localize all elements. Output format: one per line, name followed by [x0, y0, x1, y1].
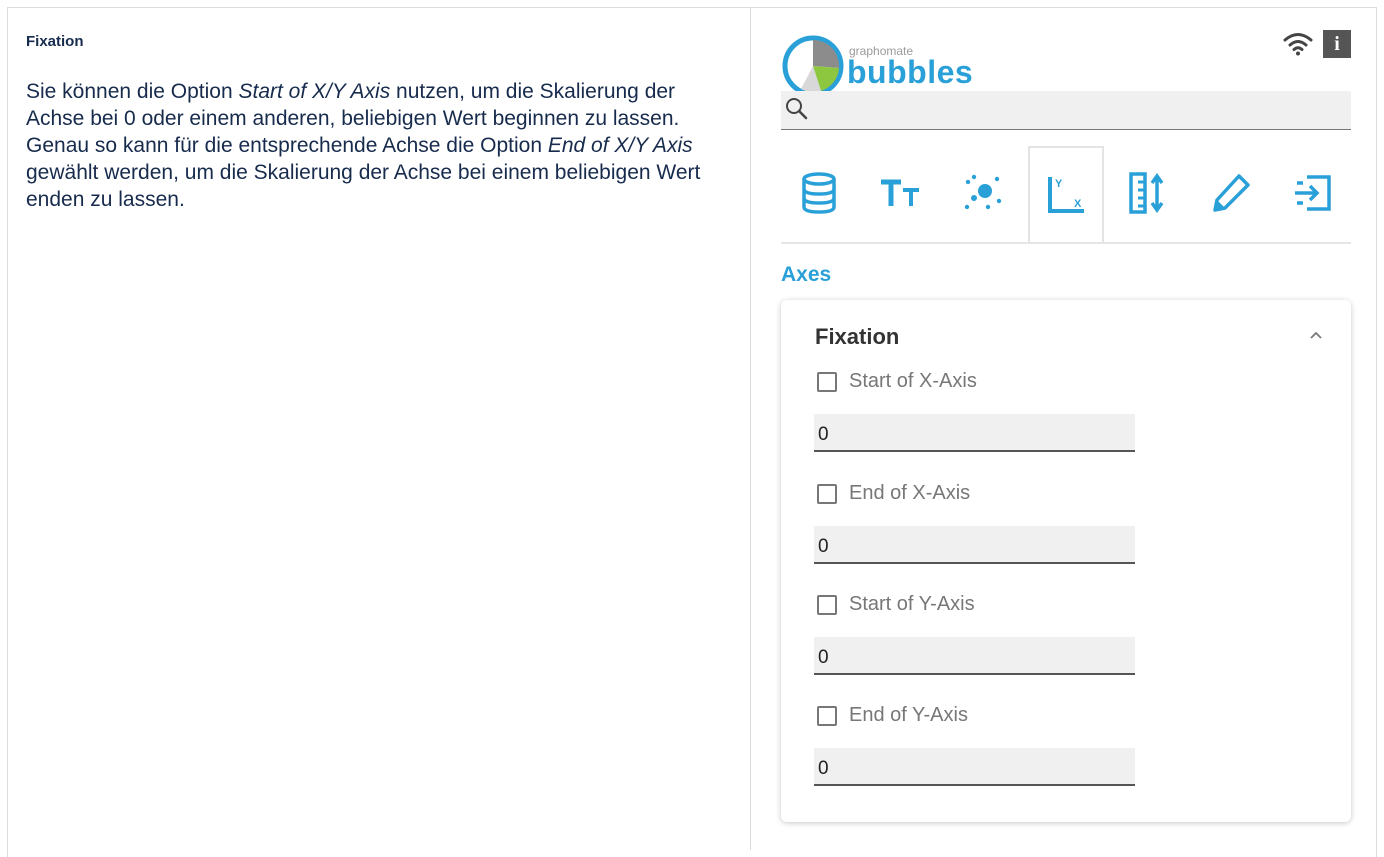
- start-y-axis-input[interactable]: [814, 637, 1135, 673]
- tab-bubbles[interactable]: [945, 146, 1021, 240]
- info-button[interactable]: i: [1323, 30, 1351, 58]
- wifi-icon: [1283, 33, 1313, 56]
- top-right-icons: i: [1283, 30, 1351, 58]
- checkbox-icon[interactable]: [817, 371, 837, 392]
- axes-icon: Y X: [1048, 177, 1084, 213]
- option-label: Start of Y-Axis: [849, 593, 975, 615]
- export-icon: [1295, 175, 1331, 211]
- fixation-card: Fixation Start of X-Axis End of X-Axis S…: [781, 300, 1351, 822]
- text-size-icon: [881, 179, 919, 206]
- search-input[interactable]: [817, 95, 1341, 125]
- checkbox-end-y-axis[interactable]: End of Y-Axis: [817, 704, 968, 727]
- start-x-axis-input[interactable]: [814, 414, 1135, 450]
- option-label: Start of X-Axis: [849, 370, 977, 392]
- start-y-axis-field[interactable]: [814, 637, 1135, 675]
- doc-text: Sie können die Option: [26, 80, 239, 103]
- option-label: End of X-Axis: [849, 482, 971, 504]
- section-title: Axes: [781, 263, 832, 286]
- database-icon: [802, 172, 836, 214]
- doc-text: gewählt werden, um die Skalierung der Ac…: [26, 161, 701, 211]
- doc-emphasis: Start of X/Y Axis: [238, 80, 391, 103]
- search-bar: [781, 91, 1351, 130]
- ruler-icon: [1129, 172, 1164, 214]
- end-x-axis-field[interactable]: [814, 526, 1135, 564]
- doc-heading: Fixation: [26, 33, 84, 50]
- end-y-axis-field[interactable]: [814, 748, 1135, 786]
- tab-export[interactable]: [1275, 146, 1351, 240]
- option-label: End of Y-Axis: [849, 704, 968, 726]
- start-x-axis-field[interactable]: [814, 414, 1135, 452]
- settings-panel: graphomate bubbles i Y X Axes Fixation S…: [781, 18, 1351, 848]
- bubbles-logo-icon: [782, 35, 844, 97]
- doc-paragraph: Sie können die Option Start of X/Y Axis …: [26, 78, 726, 213]
- checkbox-start-x-axis[interactable]: Start of X-Axis: [817, 370, 977, 393]
- checkbox-start-y-axis[interactable]: Start of Y-Axis: [817, 593, 975, 616]
- end-x-axis-input[interactable]: [814, 526, 1135, 562]
- checkbox-icon[interactable]: [817, 705, 837, 726]
- end-y-axis-input[interactable]: [814, 748, 1135, 784]
- column-divider: [750, 8, 751, 850]
- tab-data[interactable]: [781, 146, 857, 240]
- search-icon: [786, 98, 808, 120]
- card-title: Fixation: [815, 324, 900, 349]
- pencil-icon: [1213, 174, 1250, 212]
- bubbles-icon: [964, 174, 1002, 210]
- svg-text:Y: Y: [1055, 178, 1063, 190]
- settings-tabs: Y X: [781, 146, 1351, 244]
- info-icon: i: [1334, 32, 1340, 55]
- checkbox-icon[interactable]: [817, 594, 837, 615]
- checkbox-end-x-axis[interactable]: End of X-Axis: [817, 482, 970, 505]
- checkbox-icon[interactable]: [817, 483, 837, 504]
- brand-product: bubbles: [847, 54, 974, 90]
- tab-text[interactable]: [863, 146, 939, 240]
- svg-text:X: X: [1074, 198, 1082, 210]
- tab-style[interactable]: [1193, 146, 1269, 240]
- chevron-up-icon[interactable]: [1309, 330, 1323, 340]
- doc-emphasis: End of X/Y Axis: [547, 134, 693, 157]
- tab-scale[interactable]: [1111, 146, 1187, 240]
- tab-axes[interactable]: Y X: [1028, 146, 1104, 242]
- documentation-column: Fixation Sie können die Option Start of …: [26, 33, 726, 213]
